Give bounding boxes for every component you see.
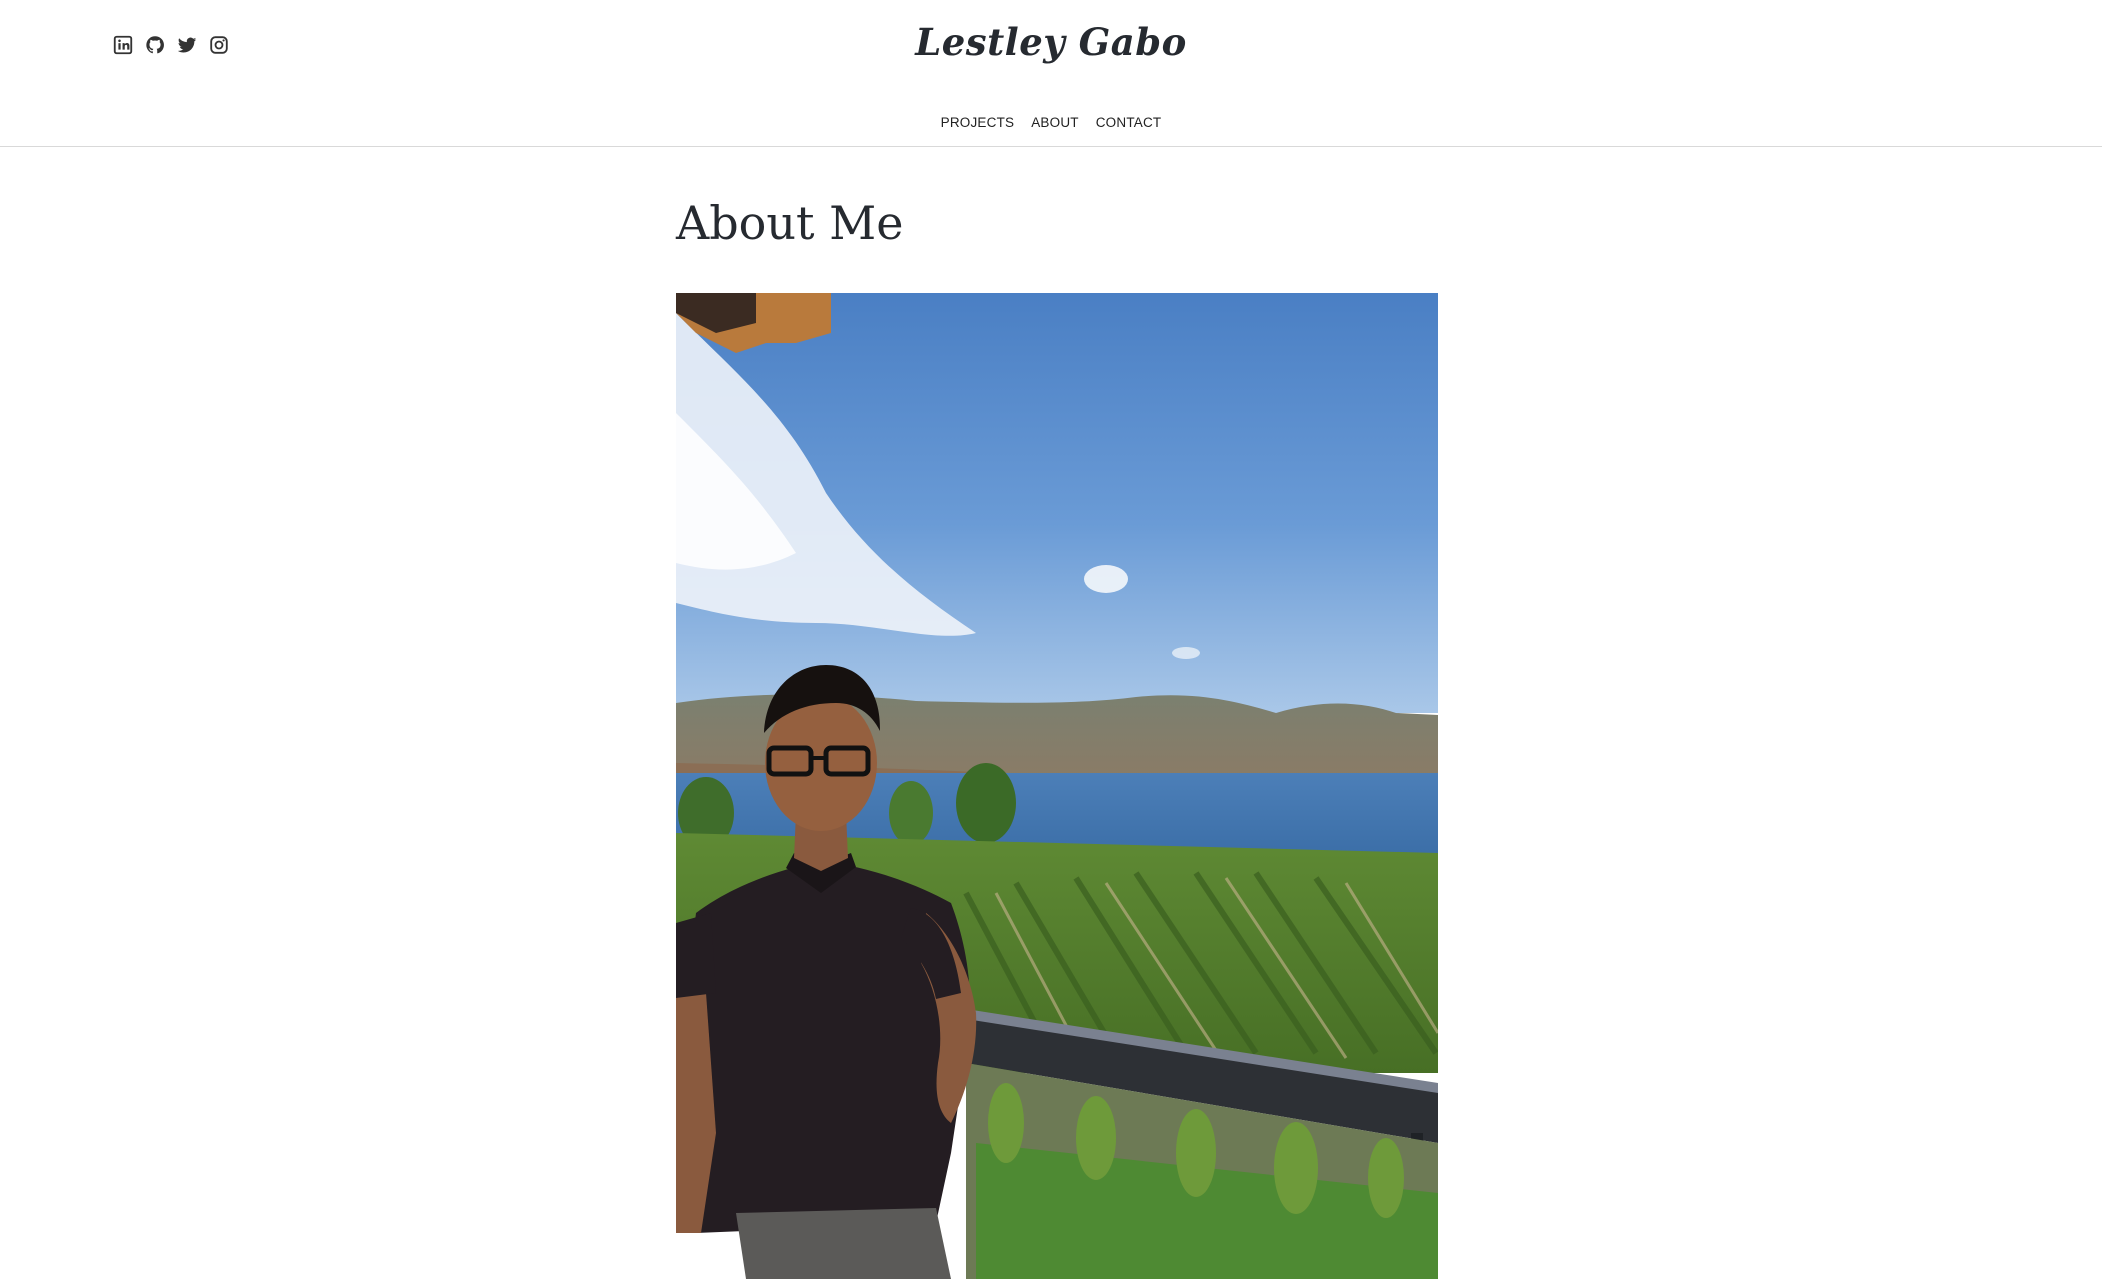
page-title: About Me	[676, 196, 904, 250]
portrait-photo	[676, 293, 1438, 1279]
nav-item-contact[interactable]: CONTACT	[1096, 115, 1162, 130]
main-nav: PROJECTS ABOUT CONTACT	[0, 98, 2102, 147]
nav-item-about[interactable]: ABOUT	[1031, 115, 1079, 130]
nav-item-projects[interactable]: PROJECTS	[941, 115, 1015, 130]
site-header: Lestley Gabo	[0, 0, 2102, 99]
site-title[interactable]: Lestley Gabo	[0, 20, 2102, 64]
